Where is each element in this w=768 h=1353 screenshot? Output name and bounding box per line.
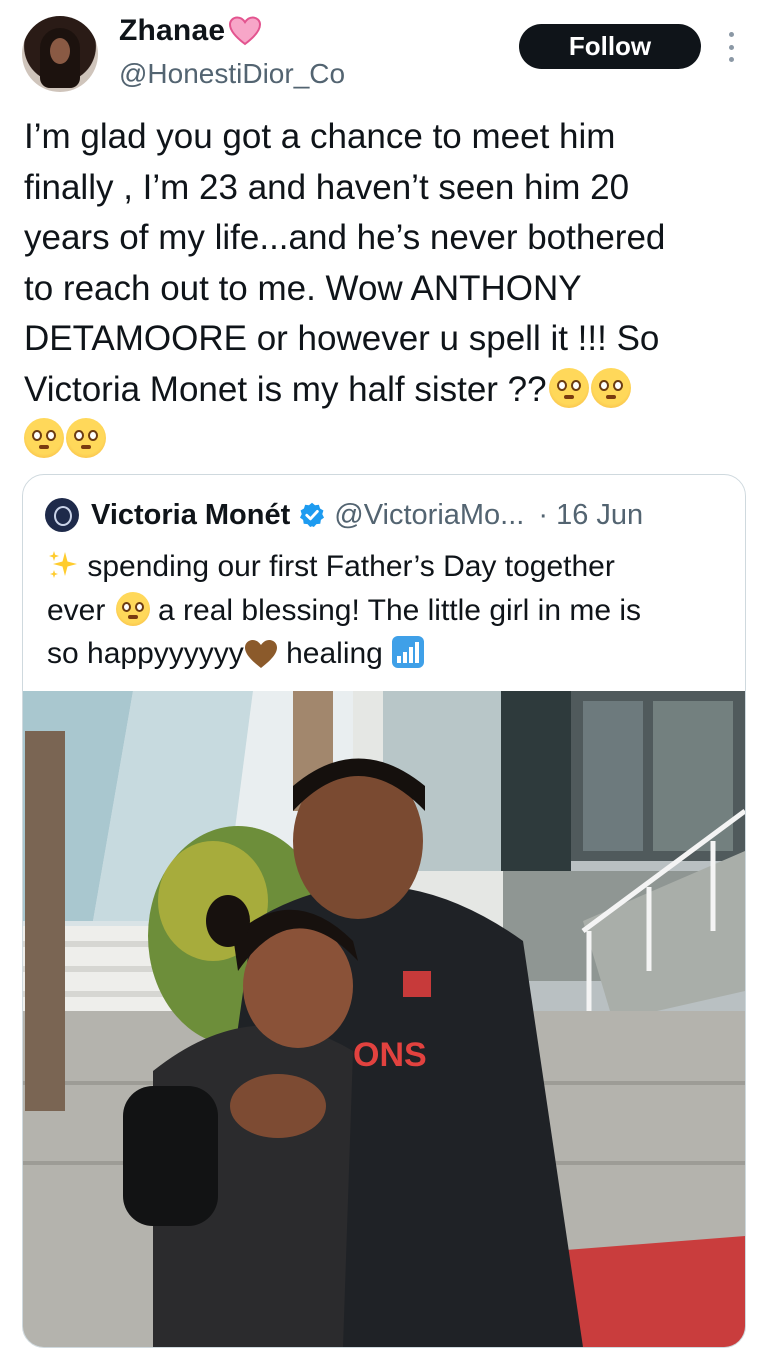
tweet-line: I’m glad you got a chance to meet him	[24, 117, 616, 156]
quoted-tweet-body: spending our first Father’s Day together…	[47, 545, 727, 676]
tweet-line: to reach out to me. Wow ANTHONY	[24, 268, 582, 308]
photo-illustration: ONS	[23, 691, 745, 1347]
tweet-header: Zhanae @HonestiDior_Co Follow	[0, 0, 768, 105]
pleading-face-emoji-icon	[548, 367, 589, 408]
more-options-icon[interactable]	[724, 32, 738, 62]
quoted-line-3: so happyyyyyy healing	[47, 632, 727, 676]
pleading-face-emoji-icon	[24, 418, 64, 458]
quoted-line-2: ever a real blessing! The little girl in…	[47, 589, 727, 633]
quoted-text-line: so happyyyyyy	[47, 637, 244, 670]
flushed-face-emoji-icon	[115, 591, 150, 626]
quoted-author-name[interactable]: Victoria Monét	[91, 499, 290, 532]
author-handle[interactable]: @HonestiDior_Co	[119, 58, 345, 90]
sparkles-emoji-icon	[49, 551, 77, 578]
verified-badge-icon	[300, 502, 325, 528]
author-avatar[interactable]	[22, 16, 98, 92]
tweet-emoji-line	[24, 415, 748, 466]
quoted-tweet-card[interactable]: Victoria Monét @VictoriaMo... · 16 Jun s…	[22, 474, 746, 1348]
quoted-tweet-photo[interactable]: ONS	[23, 691, 745, 1347]
brown-heart-emoji-icon	[244, 640, 277, 668]
tweet-line: Victoria Monet is my half sister ??	[24, 369, 547, 409]
pink-heart-icon	[229, 16, 262, 46]
author-name-row[interactable]: Zhanae	[119, 14, 262, 48]
quoted-line-1: spending our first Father’s Day together	[47, 545, 727, 589]
tweet-line: finally , I’m 23 and haven’t seen him 20	[24, 167, 630, 207]
quoted-text-line: a real blessing! The little girl in me i…	[149, 593, 642, 627]
bar-chart-emoji-icon	[392, 636, 425, 668]
quoted-text-line: ever	[47, 593, 114, 627]
quoted-text-line: healing	[277, 637, 383, 670]
svg-text:ONS: ONS	[353, 1036, 427, 1074]
quoted-author-avatar[interactable]	[45, 498, 79, 532]
quoted-tweet-header: Victoria Monét @VictoriaMo... · 16 Jun	[45, 495, 643, 535]
tweet-line: years of my life...and he’s never bother…	[24, 218, 666, 257]
tweet-line-6: Victoria Monet is my half sister ??	[24, 365, 748, 416]
follow-button[interactable]: Follow	[519, 24, 701, 69]
quoted-tweet-date[interactable]: · 16 Jun	[538, 499, 643, 532]
tweet-line: DETAMOORE or however u spell it !!! So	[24, 319, 660, 358]
author-display-name[interactable]: Zhanae	[119, 14, 225, 48]
tweet-body: I’m glad you got a chance to meet him fi…	[24, 112, 748, 466]
quoted-text-line: spending our first Father’s Day together	[79, 550, 615, 583]
pleading-face-emoji-icon	[66, 418, 106, 458]
quoted-author-handle[interactable]: @VictoriaMo...	[334, 499, 524, 532]
pleading-face-emoji-icon	[590, 367, 631, 408]
